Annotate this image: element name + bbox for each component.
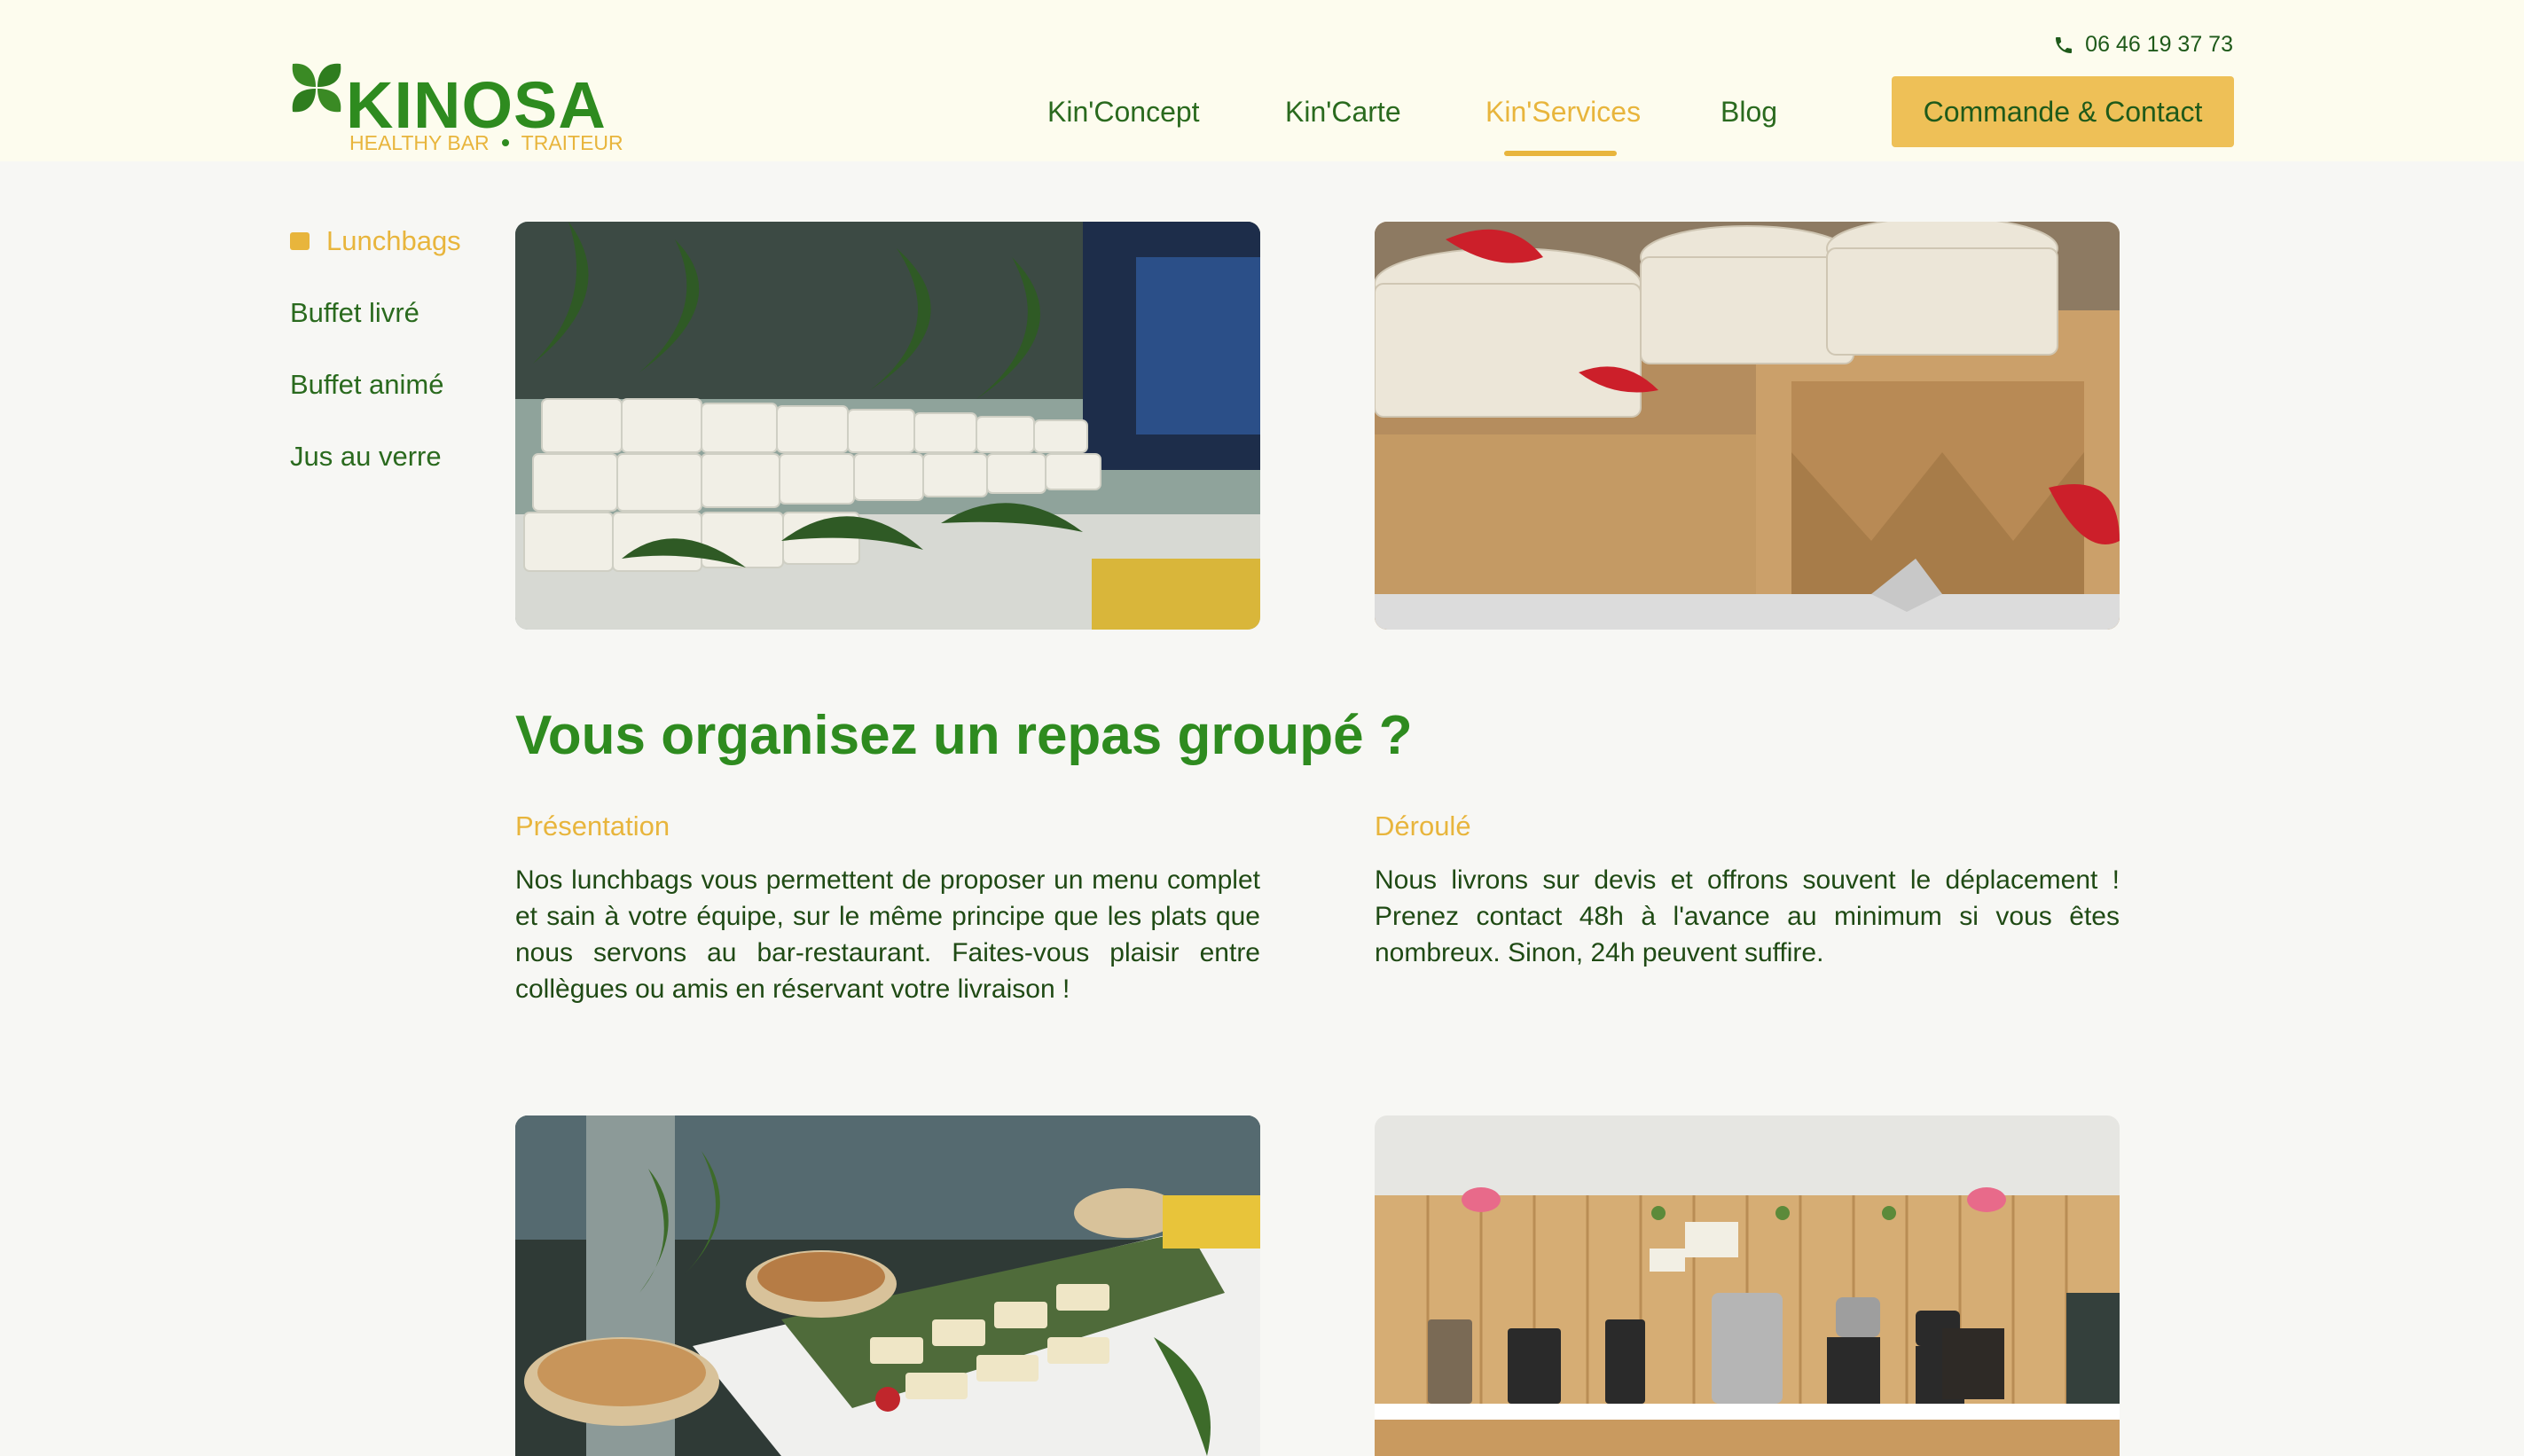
brand-name: KINOSA bbox=[346, 68, 607, 142]
clover-logo-icon bbox=[292, 63, 341, 113]
nav-kin-services[interactable]: Kin'Services bbox=[1485, 92, 1641, 131]
page-title: Vous organisez un repas groupé ? bbox=[515, 705, 1413, 766]
kraft-boxes-photo bbox=[1375, 222, 2120, 630]
sidebar-item-buffet-livre[interactable]: Buffet livré bbox=[290, 295, 419, 331]
tagline-left: HEALTHY BAR bbox=[349, 131, 490, 154]
buffet-table-photo bbox=[515, 1115, 1260, 1456]
deroule-text: Nous livrons sur devis et offrons souven… bbox=[1375, 865, 2120, 967]
lunchbag-bowls-photo bbox=[515, 222, 1260, 630]
kinosa-logo[interactable]: KINOSA HEALTHY BAR TRAITEUR bbox=[289, 60, 623, 158]
phone-number: 06 46 19 37 73 bbox=[2085, 32, 2233, 57]
phone-link[interactable]: 06 46 19 37 73 bbox=[2053, 32, 2233, 58]
active-bullet-icon bbox=[290, 232, 310, 250]
deroule-heading: Déroulé bbox=[1375, 810, 1471, 842]
nav-active-indicator bbox=[1504, 151, 1617, 156]
nav-kin-carte[interactable]: Kin'Carte bbox=[1285, 92, 1401, 131]
site-header: KINOSA HEALTHY BAR TRAITEUR 06 46 19 37 7… bbox=[0, 0, 2524, 161]
tagline-dot-icon bbox=[501, 138, 509, 146]
presentation-heading: Présentation bbox=[515, 810, 670, 842]
brand-tagline: HEALTHY BAR TRAITEUR bbox=[349, 133, 623, 153]
sidebar-item-lunchbags[interactable]: Lunchbags bbox=[326, 223, 461, 259]
nav-kin-concept[interactable]: Kin'Concept bbox=[1047, 92, 1200, 131]
sidebar-item-buffet-anime[interactable]: Buffet animé bbox=[290, 367, 443, 403]
order-contact-button[interactable]: Commande & Contact bbox=[1892, 76, 2234, 147]
nav-blog[interactable]: Blog bbox=[1721, 92, 1777, 131]
juice-bar-stand-photo bbox=[1375, 1115, 2120, 1456]
sidebar-item-jus-au-verre[interactable]: Jus au verre bbox=[290, 439, 442, 474]
phone-icon bbox=[2056, 36, 2073, 53]
presentation-text: Nos lunchbags vous permettent de propose… bbox=[515, 865, 1260, 1004]
tagline-right: TRAITEUR bbox=[521, 131, 623, 154]
